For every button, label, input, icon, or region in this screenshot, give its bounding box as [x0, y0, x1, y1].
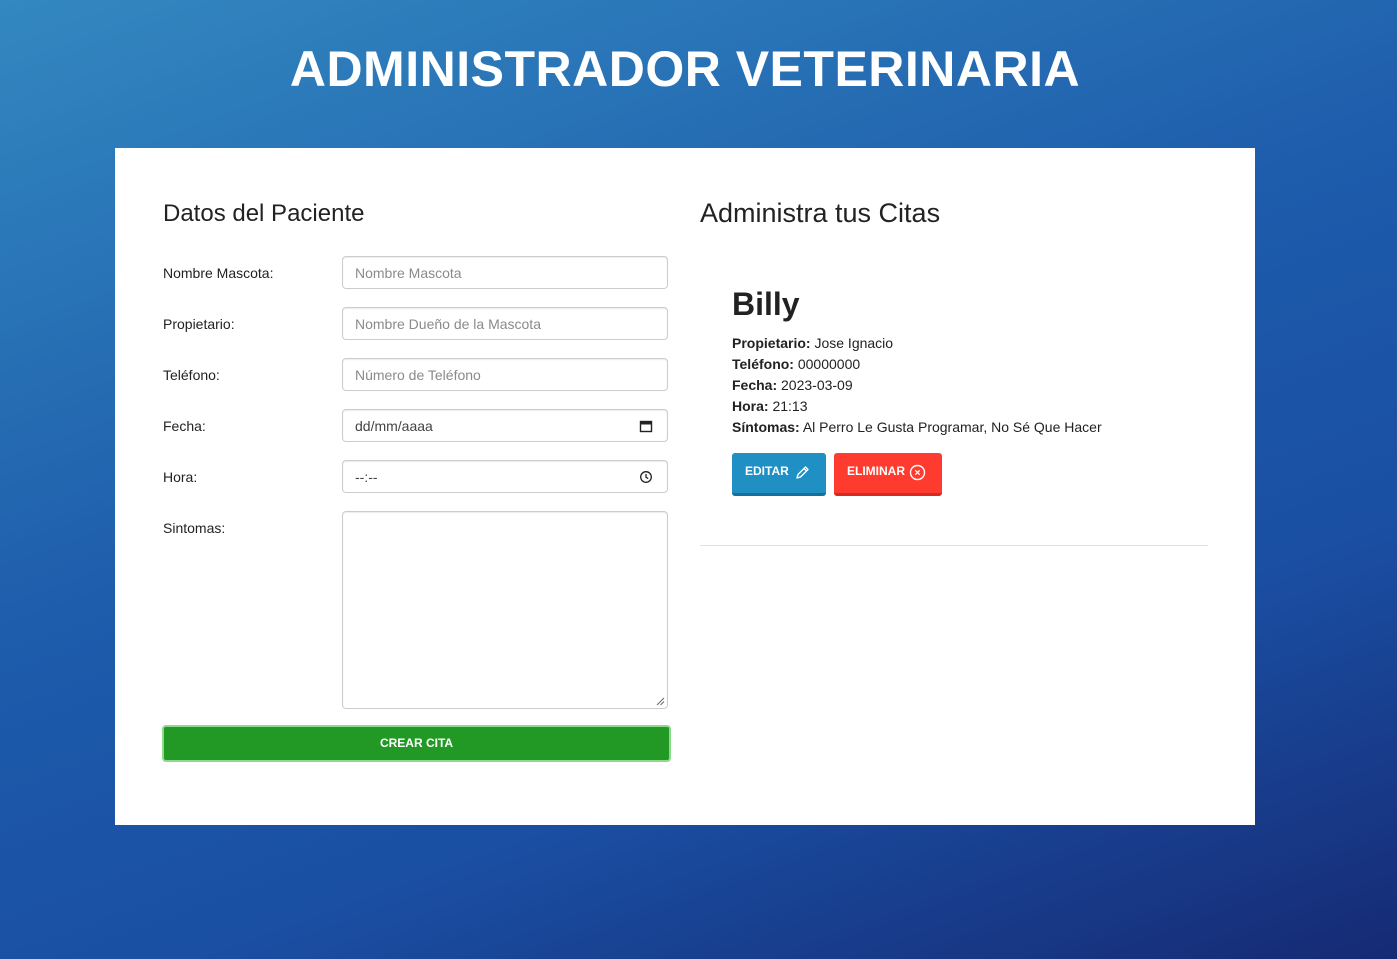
appointment-date-label: Fecha:: [732, 377, 778, 393]
appointment-phone-value: 00000000: [797, 356, 861, 372]
appointment-pet-name: Billy: [732, 286, 800, 322]
symptoms-label: Sintomas:: [163, 520, 226, 536]
appointment-time: Hora: 21:13: [732, 398, 808, 414]
calendar-icon[interactable]: [639, 419, 653, 433]
page-title: ADMINISTRADOR VETERINARIA: [289, 41, 1081, 97]
owner-placeholder: Nombre Dueño de la Mascota: [355, 316, 541, 332]
symptoms-textarea[interactable]: [342, 511, 668, 709]
appointment-symptoms-value: Al Perro Le Gusta Programar, No Sé Que H…: [802, 419, 1102, 435]
phone-placeholder: Número de Teléfono: [355, 367, 481, 383]
time-input[interactable]: --:--: [342, 460, 668, 493]
time-label: Hora:: [163, 469, 198, 485]
phone-row: Teléfono: Número de Teléfono: [163, 358, 670, 393]
date-row: Fecha: dd/mm/aaaa: [163, 409, 670, 444]
date-input[interactable]: dd/mm/aaaa: [342, 409, 668, 442]
main-card: Datos del Paciente Nombre Mascota: Nombr…: [115, 148, 1255, 825]
appointment-symptoms: Síntomas: Al Perro Le Gusta Programar, N…: [732, 419, 1102, 435]
edit-button[interactable]: EDITAR: [732, 453, 826, 496]
appointment-symptoms-label: Síntomas:: [732, 419, 800, 435]
pet-name-input[interactable]: Nombre Mascota: [342, 256, 668, 289]
pencil-icon: [796, 466, 809, 479]
pet-name-row: Nombre Mascota: Nombre Mascota: [163, 256, 670, 291]
date-label: Fecha:: [163, 418, 206, 434]
phone-label: Teléfono:: [163, 367, 220, 383]
time-value: --:--: [355, 469, 378, 485]
appointment-card: Billy Propietario: Jose Ignacio Teléfono…: [700, 268, 1208, 546]
owner-input[interactable]: Nombre Dueño de la Mascota: [342, 307, 668, 340]
appointment-phone: Teléfono: 00000000: [732, 356, 860, 372]
delete-button[interactable]: ELIMINAR: [834, 453, 942, 496]
appointment-time-label: Hora:: [732, 398, 769, 414]
owner-row: Propietario: Nombre Dueño de la Mascota: [163, 307, 670, 342]
date-value: dd/mm/aaaa: [355, 418, 433, 434]
appointment-owner-label: Propietario:: [732, 335, 811, 351]
pet-name-label: Nombre Mascota:: [163, 265, 274, 281]
appointment-phone-label: Teléfono:: [732, 356, 794, 372]
edit-button-label: EDITAR: [745, 464, 789, 478]
create-appointment-button[interactable]: CREAR CITA: [162, 725, 671, 762]
owner-label: Propietario:: [163, 316, 235, 332]
pet-name-placeholder: Nombre Mascota: [355, 265, 462, 281]
phone-input[interactable]: Número de Teléfono: [342, 358, 668, 391]
circle-x-icon: [909, 464, 926, 481]
form-heading: Datos del Paciente: [163, 200, 365, 227]
appointments-heading: Administra tus Citas: [700, 198, 941, 228]
appointment-date-value: 2023-03-09: [781, 377, 853, 393]
appointment-owner: Propietario: Jose Ignacio: [732, 335, 893, 351]
appointment-owner-value: Jose Ignacio: [814, 335, 894, 351]
delete-button-label: ELIMINAR: [847, 464, 905, 478]
clock-icon[interactable]: [639, 470, 653, 484]
appointment-date: Fecha: 2023-03-09: [732, 377, 853, 393]
time-row: Hora: --:--: [163, 460, 670, 495]
resize-handle-icon[interactable]: [656, 697, 665, 706]
appointment-time-value: 21:13: [772, 398, 808, 414]
symptoms-row: Sintomas:: [163, 511, 670, 711]
